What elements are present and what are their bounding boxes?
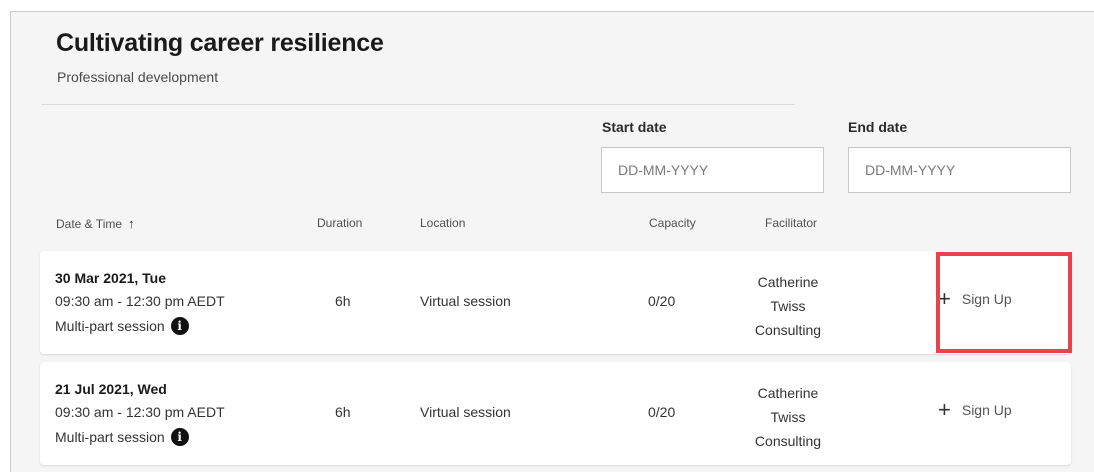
sign-up-button[interactable]: + Sign Up [938,397,1012,422]
session-multipart: Multi-part session i [55,428,189,446]
multipart-label: Multi-part session [55,318,165,334]
column-header-duration: Duration [317,216,363,230]
page-title: Cultivating career resilience [56,29,384,57]
session-capacity: 0/20 [648,293,676,309]
plus-icon: + [938,286,951,311]
sign-up-label: Sign Up [961,402,1012,418]
session-location: Virtual session [420,404,511,420]
session-facilitator: Catherine Twiss Consulting [745,381,831,453]
sign-up-label: Sign Up [961,291,1012,307]
column-header-location: Location [420,216,466,230]
facilitator-line: Consulting [754,322,822,338]
start-date-label: Start date [602,119,667,135]
session-date: 30 Mar 2021, Tue [55,270,167,286]
end-date-label: End date [848,119,908,135]
column-header-capacity: Capacity [649,216,696,230]
session-time: 09:30 am - 12:30 pm AEDT [55,293,225,309]
column-header-facilitator: Facilitator [765,216,818,230]
facilitator-line: Catherine [757,274,819,290]
info-icon[interactable]: i [170,428,189,446]
session-duration: 6h [335,293,351,309]
plus-icon: + [938,397,951,422]
session-time: 09:30 am - 12:30 pm AEDT [55,404,225,420]
session-row: 21 Jul 2021, Wed 09:30 am - 12:30 pm AED… [40,362,1071,465]
session-multipart: Multi-part session i [55,317,189,335]
facilitator-line: Consulting [754,433,822,449]
facilitator-line: Twiss [770,298,806,314]
session-location: Virtual session [420,293,511,309]
facilitator-line: Catherine [757,385,819,401]
session-facilitator: Catherine Twiss Consulting [745,270,831,342]
end-date-input[interactable] [848,147,1071,193]
session-date: 21 Jul 2021, Wed [55,381,167,397]
page-subtitle: Professional development [57,69,219,85]
column-header-date-time[interactable]: Date & Time ↑ [56,216,135,231]
column-header-date-time-label: Date & Time [56,217,123,231]
session-row: 30 Mar 2021, Tue 09:30 am - 12:30 pm AED… [40,251,1071,354]
arrow-up-icon[interactable]: ↑ [128,216,135,231]
facilitator-line: Twiss [770,409,806,425]
start-date-input[interactable] [601,147,824,193]
info-icon[interactable]: i [170,317,189,335]
sign-up-button[interactable]: + Sign Up [938,286,1012,311]
multipart-label: Multi-part session [55,429,165,445]
session-duration: 6h [335,404,351,420]
session-capacity: 0/20 [648,404,676,420]
header-divider [41,104,795,105]
